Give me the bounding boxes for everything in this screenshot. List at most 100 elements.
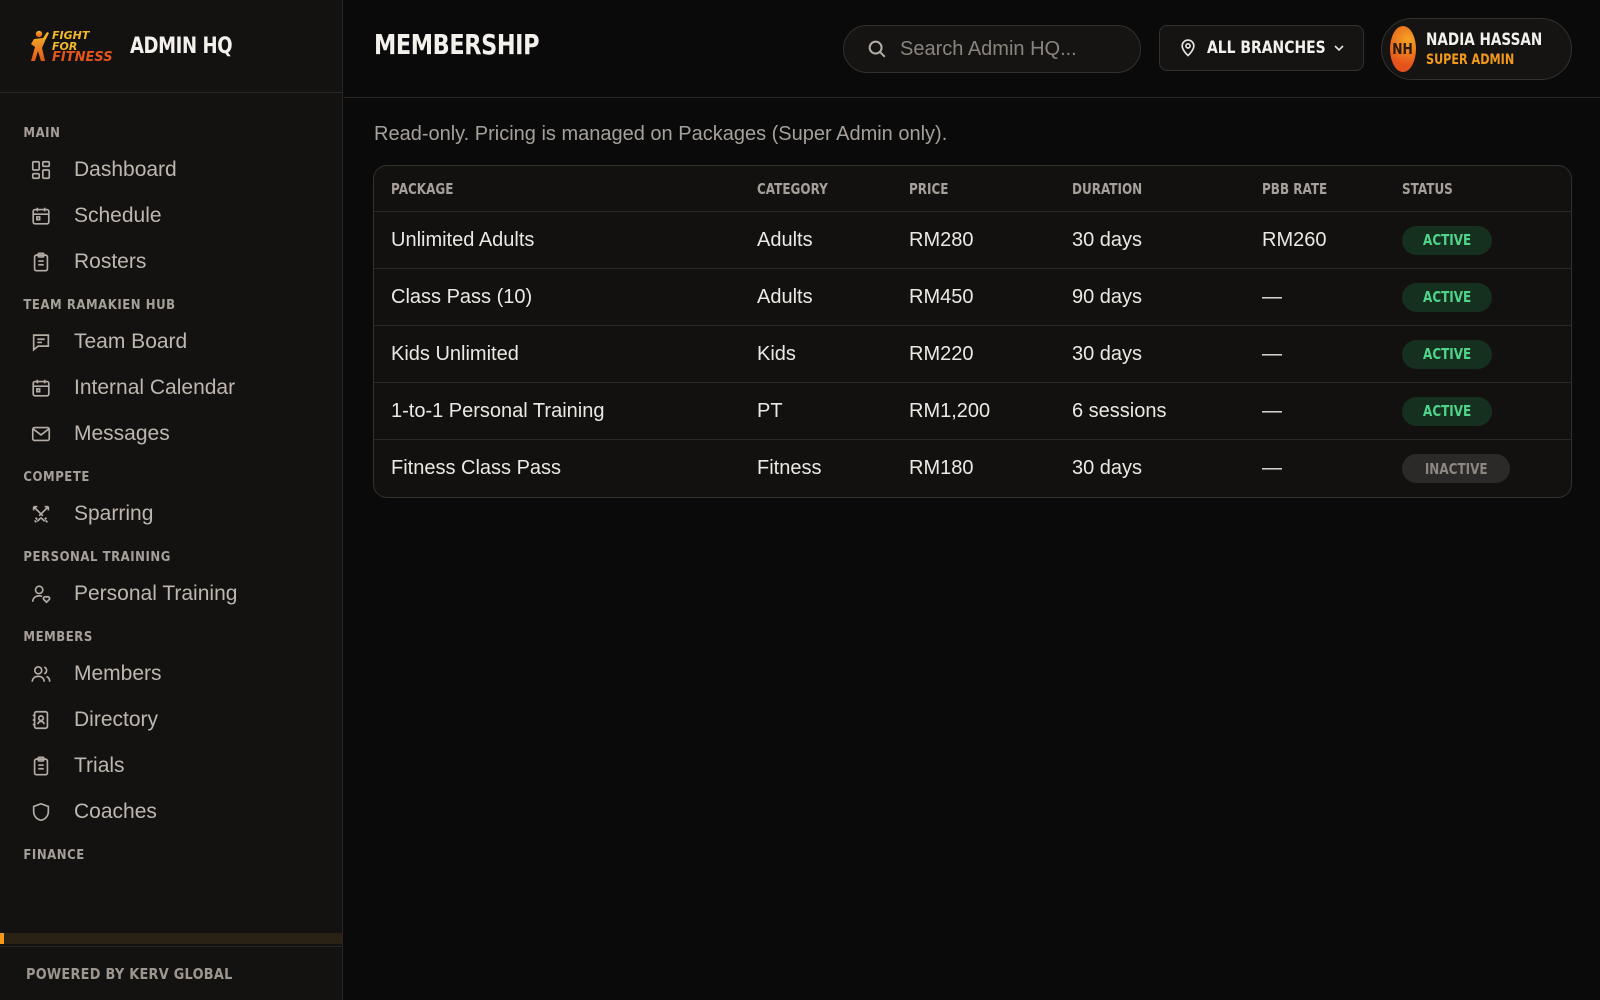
brand: FIGHT FOR FITNESS ADMIN HQ — [0, 0, 342, 93]
cell-duration: 6 sessions — [1072, 399, 1167, 422]
cell-category: Adults — [757, 285, 813, 308]
cell-duration: 30 days — [1072, 342, 1143, 365]
topbar: MEMBERSHIP ALL BRANCHES NH NADIA HASSAN … — [344, 0, 1600, 98]
sidebar-nav: MAIN Dashboard Schedule Rosters TEAM RAM… — [0, 93, 342, 942]
cell-price: RM220 — [909, 342, 974, 365]
status-text: ACTIVE — [1423, 345, 1472, 363]
sidebar-item-members[interactable]: Members — [0, 651, 342, 697]
cell-price: RM280 — [909, 228, 974, 251]
sidebar-item-label: Team Board — [74, 330, 188, 353]
cell-category: Adults — [757, 228, 813, 251]
cell-category: Fitness — [757, 457, 822, 479]
active-nav-indicator — [0, 933, 342, 944]
mail-icon — [28, 421, 54, 447]
cell-package: 1-to-1 Personal Training — [391, 399, 605, 422]
cell-package: Class Pass (10) — [391, 285, 533, 308]
cell-price: RM1,200 — [909, 399, 991, 422]
sidebar-item-label: Trials — [74, 754, 125, 777]
sidebar-item-dashboard[interactable]: Dashboard — [0, 147, 342, 193]
section-compete: COMPETE — [23, 470, 90, 485]
sidebar-item-messages[interactable]: Messages — [0, 411, 342, 457]
table-row[interactable]: Unlimited Adults Adults RM280 30 days RM… — [374, 212, 1571, 269]
user-menu[interactable]: NH NADIA HASSAN SUPER ADMIN — [1381, 18, 1572, 80]
cell-category: PT — [757, 399, 783, 422]
sidebar-item-label: Rosters — [74, 250, 147, 273]
section-main: MAIN — [23, 126, 61, 141]
powered-by-text: POWERED BY KERV GLOBAL — [26, 964, 233, 983]
column-header-pbb-rate[interactable]: PBB RATE — [1262, 180, 1327, 198]
sidebar-item-coaches[interactable]: Coaches — [0, 789, 342, 835]
search-input[interactable] — [900, 37, 1120, 61]
status-badge: INACTIVE — [1402, 454, 1511, 483]
status-text: INACTIVE — [1424, 459, 1488, 478]
membership-table: PACKAGE CATEGORY PRICE DURATION PBB RATE… — [373, 165, 1572, 498]
sidebar-item-label: Schedule — [74, 204, 162, 227]
table-header: PACKAGE CATEGORY PRICE DURATION PBB RATE… — [374, 166, 1571, 212]
sidebar-item-label: Coaches — [74, 800, 157, 823]
dashboard-icon — [28, 157, 54, 183]
map-pin-icon — [1181, 39, 1195, 57]
cell-pbb-rate: — — [1262, 285, 1282, 308]
calendar-icon — [28, 375, 54, 401]
fighter-logo-icon — [28, 28, 50, 64]
search-box[interactable] — [843, 25, 1141, 73]
sidebar-item-internal-calendar[interactable]: Internal Calendar — [0, 365, 342, 411]
logo-text-top: FIGHT FOR — [52, 28, 90, 53]
user-role: SUPER ADMIN — [1425, 52, 1514, 68]
app-name: ADMIN HQ — [130, 33, 233, 59]
column-header-status[interactable]: STATUS — [1402, 180, 1453, 198]
table-row[interactable]: Kids Unlimited Kids RM220 30 days — ACTI… — [374, 326, 1571, 383]
clipboard-icon — [28, 753, 54, 779]
sidebar-item-trials[interactable]: Trials — [0, 743, 342, 789]
status-text: ACTIVE — [1423, 288, 1472, 306]
status-badge: ACTIVE — [1402, 396, 1493, 426]
cell-price: RM450 — [909, 285, 974, 308]
table-row[interactable]: Class Pass (10) Adults RM450 90 days — A… — [374, 269, 1571, 326]
column-header-category[interactable]: CATEGORY — [757, 180, 828, 198]
status-text: ACTIVE — [1423, 402, 1472, 420]
users-icon — [28, 661, 54, 687]
logo[interactable]: FIGHT FOR FITNESS — [28, 26, 114, 66]
sidebar-item-schedule[interactable]: Schedule — [0, 193, 342, 239]
sidebar-item-rosters[interactable]: Rosters — [0, 239, 342, 285]
cell-package: Fitness Class Pass — [391, 457, 562, 479]
sidebar-item-label: Messages — [74, 422, 170, 445]
cell-pbb-rate: — — [1262, 399, 1282, 422]
sidebar-item-personal-training[interactable]: Personal Training — [0, 571, 342, 617]
logo-text: FIGHT FOR FITNESS — [52, 28, 114, 65]
cell-pbb-rate: — — [1262, 342, 1282, 365]
table-row[interactable]: 1-to-1 Personal Training PT RM1,200 6 se… — [374, 383, 1571, 440]
user-name: NADIA HASSAN — [1425, 30, 1542, 50]
shield-icon — [28, 799, 54, 825]
sidebar-item-label: Dashboard — [74, 158, 177, 181]
cell-price: RM180 — [909, 457, 974, 479]
cell-package: Kids Unlimited — [391, 342, 519, 365]
sidebar-item-sparring[interactable]: Sparring — [0, 491, 342, 537]
chevron-down-icon — [1334, 45, 1344, 52]
column-header-package[interactable]: PACKAGE — [391, 180, 453, 198]
column-header-price[interactable]: PRICE — [909, 180, 949, 198]
cell-category: Kids — [757, 342, 796, 365]
section-personal-training: PERSONAL TRAINING — [23, 550, 171, 565]
section-members: MEMBERS — [23, 630, 93, 645]
sidebar-item-label: Internal Calendar — [74, 376, 236, 399]
sidebar-item-directory[interactable]: Directory — [0, 697, 342, 743]
contact-book-icon — [28, 707, 54, 733]
branch-selector[interactable]: ALL BRANCHES — [1159, 25, 1364, 71]
avatar: NH — [1390, 26, 1416, 72]
sidebar-item-label: Sparring — [74, 502, 154, 525]
read-only-note: Read-only. Pricing is managed on Package… — [374, 123, 948, 145]
sidebar-footer: POWERED BY KERV GLOBAL — [0, 946, 342, 1000]
status-badge: ACTIVE — [1402, 282, 1493, 312]
cell-duration: 30 days — [1072, 228, 1143, 251]
section-finance: FINANCE — [23, 848, 85, 863]
swords-icon — [28, 501, 54, 527]
table-row[interactable]: Fitness Class Pass Fitness RM180 30 days… — [374, 440, 1571, 497]
sidebar-item-team-board[interactable]: Team Board — [0, 319, 342, 365]
branch-label: ALL BRANCHES — [1207, 38, 1326, 58]
cell-package: Unlimited Adults — [391, 228, 535, 251]
message-square-icon — [28, 329, 54, 355]
status-badge: ACTIVE — [1402, 339, 1493, 369]
logo-text-bottom: FITNESS — [52, 49, 113, 65]
column-header-duration[interactable]: DURATION — [1072, 180, 1142, 198]
